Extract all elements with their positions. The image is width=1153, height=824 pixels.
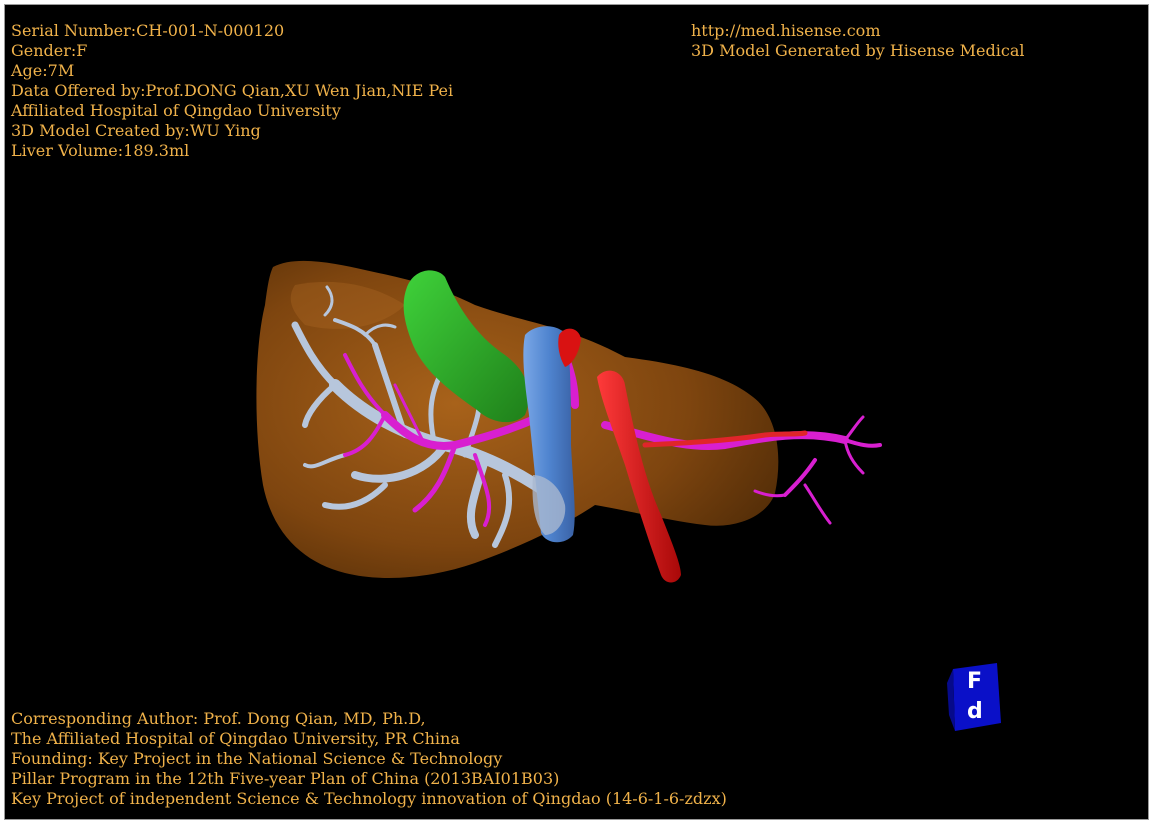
cube-label-front: F [967,669,983,694]
3d-viewport[interactable]: Serial Number:CH-001-N-000120 Gender:F A… [4,4,1149,820]
orientation-cube[interactable]: F d [945,661,1005,733]
credit-line-1: Corresponding Author: Prof. Dong Qian, M… [11,709,426,728]
credits: Corresponding Author: Prof. Dong Qian, M… [11,709,727,809]
credit-line-3: Founding: Key Project in the National Sc… [11,749,503,768]
credit-line-2: The Affiliated Hospital of Qingdao Unive… [11,729,460,748]
credit-line-5: Key Project of independent Science & Tec… [11,789,727,808]
cube-label-down: d [967,699,983,724]
credit-line-4: Pillar Program in the 12th Five-year Pla… [11,769,560,788]
